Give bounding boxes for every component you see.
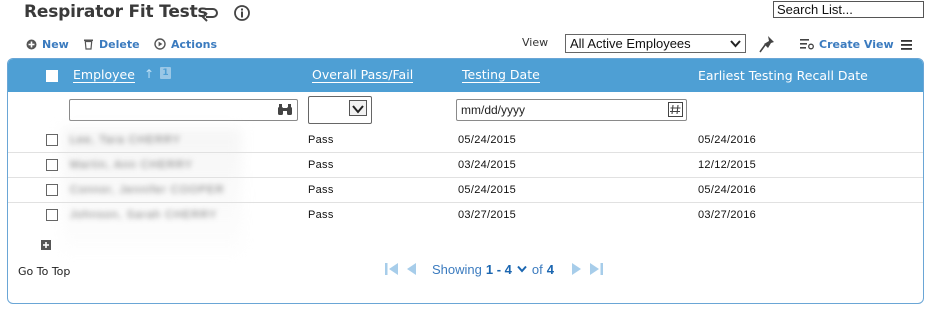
info-icon[interactable]: [233, 4, 251, 22]
chevron-down-icon: [352, 105, 364, 114]
delete-button[interactable]: Delete: [83, 36, 140, 52]
table-row[interactable]: Connor, Jennifer COOPER Pass 05/24/2015 …: [8, 178, 923, 203]
new-button[interactable]: New: [26, 36, 69, 52]
recall-date-cell: 12/12/2015: [698, 159, 757, 171]
table-row[interactable]: Johnson, Sarah CHERRY Pass 03/27/2015 03…: [8, 203, 923, 228]
total-count: 4: [546, 261, 554, 277]
pass-fail-cell: Pass: [308, 184, 334, 196]
new-label: New: [42, 37, 69, 51]
page-title: Respirator Fit Tests: [24, 2, 208, 22]
chevron-down-icon[interactable]: [516, 263, 528, 275]
pass-fail-cell: Pass: [308, 134, 334, 146]
table-header: Employee ↑ 1 Overall Pass/Fail Testing D…: [8, 59, 923, 92]
recall-date-cell: 05/24/2016: [698, 134, 757, 146]
delete-label: Delete: [99, 37, 140, 51]
testing-date-cell: 05/24/2015: [458, 134, 517, 146]
chevron-down-icon: [730, 40, 741, 48]
column-header-pass-fail[interactable]: Overall Pass/Fail: [312, 68, 414, 83]
next-page-icon[interactable]: [570, 261, 584, 277]
view-select[interactable]: All Active Employees: [565, 34, 746, 53]
table-row[interactable]: Martin, Ann CHERRY Pass 03/24/2015 12/12…: [8, 153, 923, 178]
row-checkbox[interactable]: [46, 209, 58, 221]
employee-cell[interactable]: Connor, Jennifer COOPER: [70, 184, 224, 196]
column-header-employee[interactable]: Employee: [73, 68, 135, 83]
back-arrow-icon[interactable]: [199, 4, 219, 22]
table-body: Lee, Tara CHERRY Pass 05/24/2015 05/24/2…: [8, 128, 923, 252]
employee-filter-input[interactable]: [69, 99, 298, 121]
employee-cell[interactable]: Martin, Ann CHERRY: [70, 159, 193, 171]
pass-fail-dropdown-button[interactable]: [349, 100, 367, 116]
testing-date-cell: 03/24/2015: [458, 159, 517, 171]
sort-order-badge: 1: [160, 67, 171, 79]
list-panel: Employee ↑ 1 Overall Pass/Fail Testing D…: [7, 58, 924, 304]
create-view-button[interactable]: Create View: [800, 36, 894, 52]
sort-ascending-icon[interactable]: ↑: [144, 67, 154, 81]
first-page-icon[interactable]: [384, 261, 400, 277]
go-to-top-link[interactable]: Go To Top: [18, 265, 70, 278]
row-checkbox[interactable]: [46, 159, 58, 171]
create-view-label: Create View: [819, 37, 894, 51]
recall-date-cell: 03/27/2016: [698, 209, 757, 221]
actions-label: Actions: [171, 37, 217, 51]
column-header-testing-date[interactable]: Testing Date: [462, 68, 540, 83]
testing-date-cell: 03/27/2015: [458, 209, 517, 221]
pass-fail-cell: Pass: [308, 159, 334, 171]
row-checkbox[interactable]: [46, 134, 58, 146]
view-label: View: [522, 36, 549, 49]
pass-fail-filter-select[interactable]: [308, 96, 372, 124]
menu-icon[interactable]: [901, 36, 912, 50]
last-page-icon[interactable]: [588, 261, 604, 277]
previous-page-icon[interactable]: [404, 261, 418, 277]
binoculars-icon: [278, 104, 292, 115]
add-row-icon[interactable]: [41, 235, 51, 250]
recall-date-cell: 05/24/2016: [698, 184, 757, 196]
plus-circle-icon: [26, 39, 37, 49]
pin-icon[interactable]: [759, 35, 777, 57]
calendar-icon[interactable]: [668, 102, 683, 117]
list-settings-icon: [800, 39, 814, 50]
pagination: Showing 1 - 4 of 4: [384, 259, 604, 279]
page-range[interactable]: 1 - 4: [486, 262, 512, 277]
testing-date-filter-input[interactable]: mm/dd/yyyy: [456, 99, 687, 121]
actions-button[interactable]: Actions: [154, 36, 217, 52]
row-checkbox[interactable]: [46, 184, 58, 196]
table-row[interactable]: Lee, Tara CHERRY Pass 05/24/2015 05/24/2…: [8, 128, 923, 153]
showing-label: Showing: [432, 261, 482, 277]
column-header-recall-date[interactable]: Earliest Testing Recall Date: [698, 68, 868, 83]
employee-cell[interactable]: Johnson, Sarah CHERRY: [70, 209, 217, 221]
select-all-checkbox[interactable]: [46, 70, 58, 82]
search-list-input[interactable]: Search List...: [773, 1, 924, 18]
trash-icon: [84, 39, 93, 50]
play-circle-icon: [154, 38, 166, 50]
testing-date-cell: 05/24/2015: [458, 184, 517, 196]
of-label: of: [531, 261, 543, 277]
view-selected-value: All Active Employees: [570, 36, 691, 51]
employee-cell[interactable]: Lee, Tara CHERRY: [70, 134, 181, 146]
pass-fail-cell: Pass: [308, 209, 334, 221]
